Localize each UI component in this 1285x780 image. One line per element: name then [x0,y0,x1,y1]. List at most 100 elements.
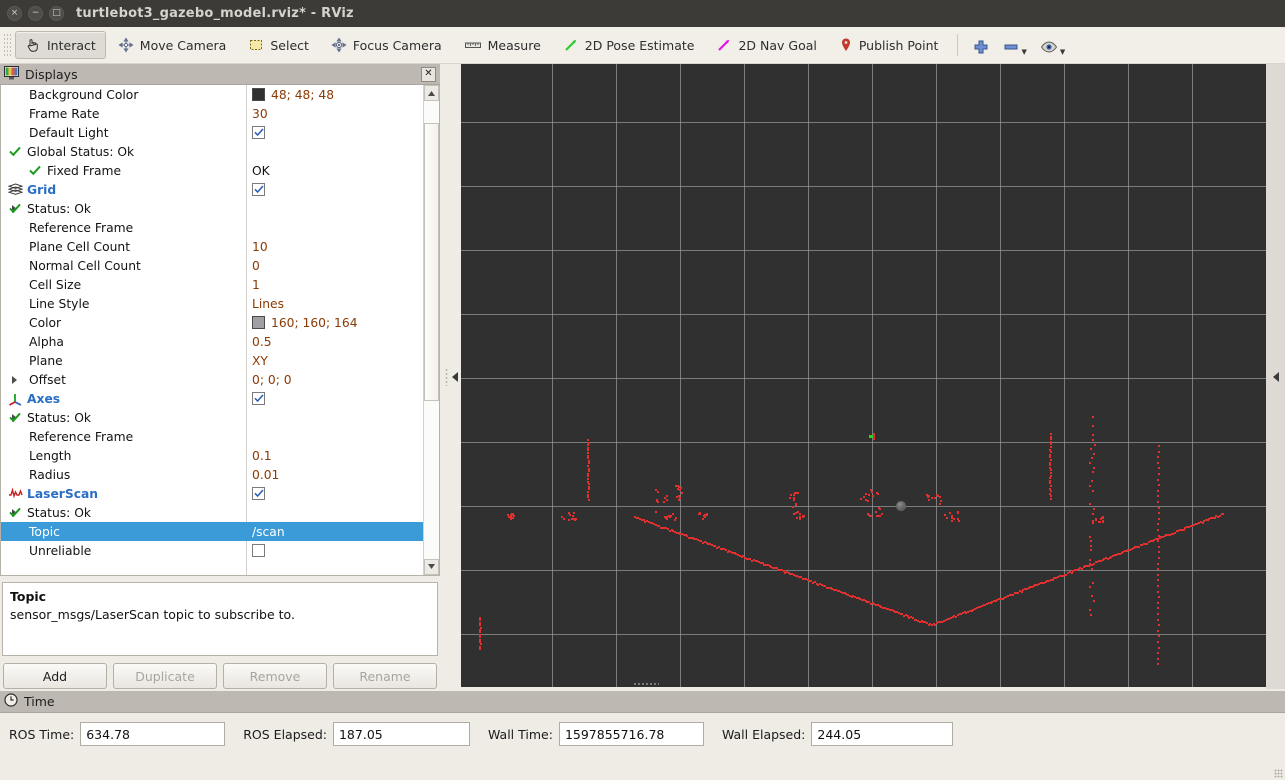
tree-row[interactable]: Line Style Lines [1,294,423,313]
scrollbar-thumb[interactable] [424,123,439,402]
tree-row-value[interactable]: 0.01 [252,468,279,482]
tool-2d-nav-goal[interactable]: 2D Nav Goal [706,31,826,59]
status-ok-check-icon [29,165,41,179]
scan-point [1158,484,1160,487]
scan-point [1012,594,1014,596]
tree-row[interactable]: Frame Rate 30 [1,104,423,123]
close-window-button[interactable]: × [7,6,22,21]
visibility-button[interactable]: ▼ [1033,31,1071,59]
wall-time-input[interactable]: 1597855716.78 [558,722,704,746]
scan-point [1158,517,1160,520]
tree-row[interactable]: Fixed Frame OK [1,161,423,180]
tree-row[interactable]: Length 0.1 [1,446,423,465]
tree-row[interactable]: Background Color 48; 48; 48 [1,85,423,104]
expand-arrow-icon[interactable] [12,376,17,385]
left-splitter[interactable] [441,64,460,689]
tree-row-value[interactable]: 10 [252,240,268,254]
ros-time-input[interactable]: 634.78 [80,722,226,746]
displays-scrollbar[interactable] [423,85,439,575]
scan-point [668,515,670,517]
tree-row[interactable]: Default Light [1,123,423,142]
tree-row[interactable]: Axes [1,389,423,408]
tree-row[interactable]: Grid [1,180,423,199]
scroll-up-button[interactable] [424,85,439,102]
tree-row-value[interactable]: XY [252,354,268,368]
tree-row[interactable]: Global Status: Ok [1,142,423,161]
scan-point [674,519,676,521]
tool-select[interactable]: Select [238,31,319,59]
scan-point [588,498,590,501]
tree-row[interactable]: Normal Cell Count 0 [1,256,423,275]
tree-row[interactable]: Reference Frame [1,427,423,446]
scan-point [1158,512,1160,515]
tool-move-camera[interactable]: Move Camera [108,31,237,59]
scan-point [1157,523,1159,526]
tree-row-label: Status: Ok [27,505,92,520]
tree-row-value[interactable]: 1 [252,278,260,292]
tree-row-checkbox[interactable] [252,183,265,197]
tree-row-label: Plane Cell Count [29,239,131,254]
tool-2d-pose-estimate[interactable]: 2D Pose Estimate [553,31,705,59]
tree-row[interactable]: Reference Frame [1,218,423,237]
remove-display-button[interactable]: Remove [223,663,327,689]
time-panel-title: Time [24,694,55,709]
color-swatch[interactable] [252,316,265,330]
tree-row[interactable]: Cell Size 1 [1,275,423,294]
tool-focus-camera[interactable]: Focus Camera [321,31,452,59]
tree-row[interactable]: Unreliable [1,541,423,560]
right-splitter[interactable] [1266,64,1285,689]
displays-close-button[interactable]: ✕ [421,66,436,82]
tree-row-value[interactable]: 0 [252,259,260,273]
chevron-down-icon[interactable]: ▼ [1021,48,1026,56]
tree-row[interactable]: Radius 0.01 [1,465,423,484]
tree-row-checkbox[interactable] [252,126,265,140]
clock-icon [4,693,18,710]
scan-point [953,518,955,520]
tree-row-value[interactable]: 0; 0; 0 [252,373,292,387]
tree-row[interactable]: Status: Ok [1,503,423,522]
tree-row-value[interactable]: 30 [252,107,268,121]
collapse-right-arrow-icon[interactable] [1272,371,1279,382]
remove-panel-button[interactable]: ▼ [996,31,1032,59]
tree-row[interactable]: Status: Ok [1,199,423,218]
tree-row-label: Reference Frame [29,220,134,235]
wall-elapsed-input[interactable]: 244.05 [811,722,954,746]
rename-display-button[interactable]: Rename [333,663,437,689]
tool-publish-point[interactable]: Publish Point [829,31,949,59]
tree-row[interactable]: Alpha 0.5 [1,332,423,351]
scan-point [934,624,936,626]
minimize-window-button[interactable]: − [28,6,43,21]
duplicate-display-button[interactable]: Duplicate [113,663,217,689]
wall-elapsed-label: Wall Elapsed: [721,726,806,742]
tree-row-checkbox[interactable] [252,544,265,558]
tree-row[interactable]: Status: Ok [1,408,423,427]
tool-interact[interactable]: Interact [15,31,106,59]
tree-row[interactable]: Plane XY [1,351,423,370]
tree-row-value[interactable]: 0.5 [252,335,272,349]
maximize-window-button[interactable]: □ [49,6,64,21]
chevron-down-icon-eye[interactable]: ▼ [1060,48,1065,56]
scan-point [1158,557,1160,559]
3d-render-viewport[interactable] [461,64,1266,687]
tree-row-value[interactable]: 0.1 [252,449,272,463]
scan-point [1157,478,1159,481]
tree-row-value[interactable]: /scan [252,525,285,539]
add-panel-button[interactable] [966,31,996,59]
ros-elapsed-input[interactable]: 187.05 [332,722,470,746]
tree-row-value[interactable]: Lines [252,297,284,311]
tool-measure[interactable]: Measure [454,31,551,59]
add-display-button[interactable]: Add [3,663,107,689]
color-swatch[interactable] [252,88,265,102]
collapse-left-arrow-icon[interactable] [451,371,458,382]
scroll-down-button[interactable] [424,558,439,575]
tree-row[interactable]: Color 160; 160; 164 [1,313,423,332]
tree-row[interactable]: Offset 0; 0; 0 [1,370,423,389]
tree-row[interactable]: Topic/scan [1,522,423,542]
toolbar-grip[interactable] [3,33,12,57]
displays-tree[interactable]: Background Color 48; 48; 48 Frame Rate 30 De… [1,85,423,575]
window-resize-grip[interactable] [1274,769,1283,778]
tree-row-checkbox[interactable] [252,487,265,501]
tree-row[interactable]: Plane Cell Count 10 [1,237,423,256]
tree-row-checkbox[interactable] [252,392,265,406]
tree-row[interactable]: LaserScan [1,484,423,503]
